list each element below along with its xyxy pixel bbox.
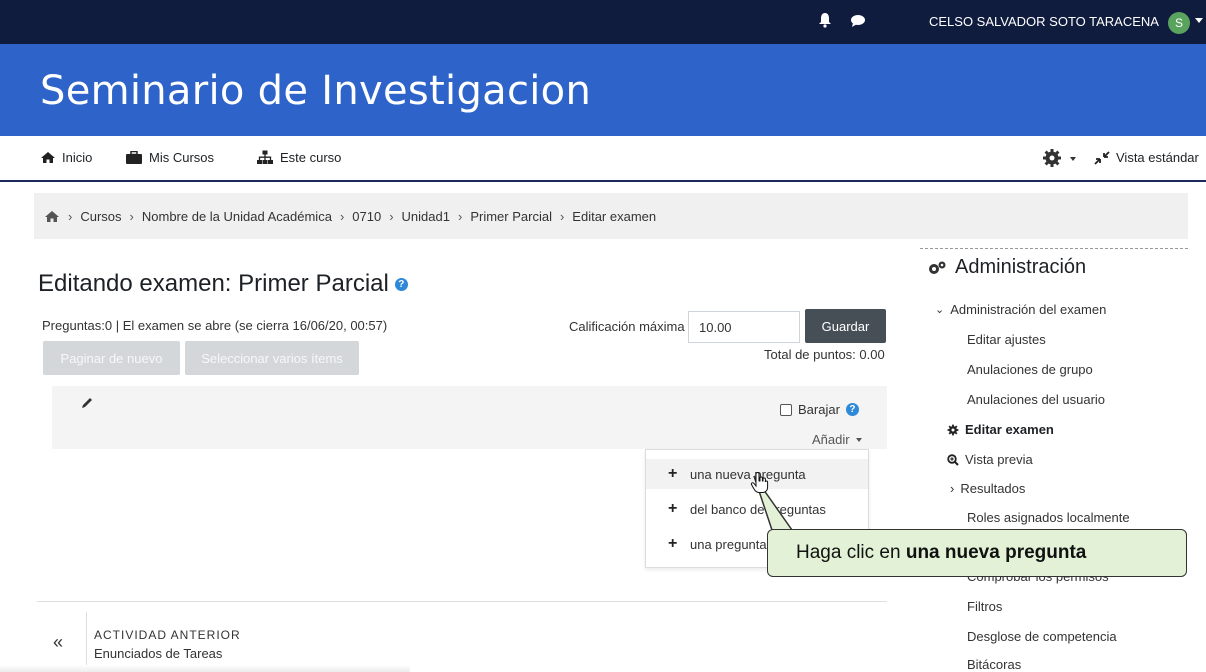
sidebar-item-label: Resultados xyxy=(960,481,1026,496)
sidebar-item-competency-breakdown[interactable]: Desglose de competencia xyxy=(967,629,1117,644)
help-icon[interactable]: ? xyxy=(394,277,408,291)
site-title: Seminario de Investigacion xyxy=(40,68,592,114)
sidebar-item-logs[interactable]: Bitácoras xyxy=(967,657,1021,672)
breadcrumb-item-cursos[interactable]: Cursos xyxy=(80,209,121,224)
standard-view-label: Vista estándar xyxy=(1116,150,1199,165)
chevron-down-icon[interactable] xyxy=(1195,18,1203,23)
shuffle-control: Barajar ? xyxy=(780,402,859,417)
breadcrumb-item-editar-examen[interactable]: Editar examen xyxy=(572,209,656,224)
help-icon[interactable]: ? xyxy=(845,403,859,416)
previous-activity-link[interactable]: Enunciados de Tareas xyxy=(94,646,222,661)
repaginate-button[interactable]: Paginar de nuevo xyxy=(43,341,180,375)
divider xyxy=(86,612,87,672)
nav-my-courses[interactable]: Mis Cursos xyxy=(125,150,214,165)
breadcrumb: › Cursos › Nombre de la Unidad Académica… xyxy=(34,193,1188,239)
chat-icon[interactable] xyxy=(850,14,866,28)
nav-this-course-label: Este curso xyxy=(280,150,342,165)
add-dropdown-toggle[interactable]: Añadir xyxy=(812,432,862,447)
breadcrumb-separator: › xyxy=(339,208,345,224)
max-grade-label: Calificación máxima xyxy=(569,319,685,334)
instruction-callout: Haga clic en una nueva pregunta xyxy=(767,529,1187,577)
add-label: Añadir xyxy=(812,432,850,447)
callout-bold-text: una nueva pregunta xyxy=(905,542,1087,563)
breadcrumb-separator: › xyxy=(68,208,73,224)
sidebar-item-local-roles[interactable]: Roles asignados localmente xyxy=(967,510,1130,525)
site-banner: Seminario de Investigacion xyxy=(0,44,1206,136)
sidebar-item-label: Vista previa xyxy=(965,452,1033,467)
gear-icon xyxy=(947,424,959,435)
sidebar-item-preview[interactable]: Vista previa xyxy=(947,452,1033,467)
breadcrumb-item-unidad1[interactable]: Unidad1 xyxy=(402,209,450,224)
admin-heading-text: Administración xyxy=(955,256,1087,278)
home-icon xyxy=(41,152,55,163)
shuffle-checkbox[interactable] xyxy=(780,403,792,416)
chevron-down-icon: ⌄ xyxy=(935,304,945,316)
shuffle-label: Barajar xyxy=(798,402,840,417)
callout-prefix: Haga clic en xyxy=(796,542,906,563)
sitemap-icon xyxy=(257,150,273,164)
compress-icon xyxy=(1094,150,1110,165)
plus-icon: + xyxy=(668,500,678,517)
admin-block-border xyxy=(920,248,1188,249)
plus-icon: + xyxy=(668,465,678,482)
breadcrumb-item-primer-parcial[interactable]: Primer Parcial xyxy=(470,209,552,224)
page-title: Editando examen: Primer Parcial ? xyxy=(38,270,408,298)
chevron-right-icon: › xyxy=(950,481,955,496)
sidebar-item-filters[interactable]: Filtros xyxy=(967,599,1002,614)
chevron-down-icon[interactable] xyxy=(1070,157,1076,161)
previous-activity-arrow[interactable]: « xyxy=(53,632,63,653)
sidebar-item-results[interactable]: › Resultados xyxy=(950,481,1025,496)
breadcrumb-item-0710[interactable]: 0710 xyxy=(352,209,381,224)
plus-icon: + xyxy=(668,535,678,552)
page-title-text: Editando examen: Primer Parcial xyxy=(38,270,389,297)
user-name[interactable]: CELSO SALVADOR SOTO TARACENA xyxy=(929,14,1159,29)
avatar[interactable]: S xyxy=(1168,12,1190,34)
course-navbar: Inicio Mis Cursos Este curso Vista están… xyxy=(0,136,1206,182)
total-points: Total de puntos: 0.00 xyxy=(764,347,885,362)
nav-home-label: Inicio xyxy=(62,150,93,165)
previous-activity-label: ACTIVIDAD ANTERIOR xyxy=(94,628,241,642)
quiz-info: Preguntas:0 | El examen se abre (se cier… xyxy=(42,318,388,333)
sidebar-item-edit-quiz[interactable]: Editar examen xyxy=(947,422,1054,437)
save-button[interactable]: Guardar xyxy=(805,309,886,343)
standard-view-toggle[interactable]: Vista estándar xyxy=(1094,150,1199,165)
sidebar-item-edit-settings[interactable]: Editar ajustes xyxy=(967,332,1046,347)
gear-icon[interactable] xyxy=(1042,148,1062,168)
home-icon[interactable] xyxy=(44,210,60,223)
nav-home[interactable]: Inicio xyxy=(40,150,92,165)
breadcrumb-separator: › xyxy=(389,208,394,224)
top-navbar: CELSO SALVADOR SOTO TARACENA S xyxy=(0,0,1206,44)
nav-my-courses-label: Mis Cursos xyxy=(149,150,215,165)
nav-this-course[interactable]: Este curso xyxy=(256,150,341,165)
gears-icon xyxy=(929,261,946,274)
breadcrumb-separator: › xyxy=(457,208,463,224)
breadcrumb-separator: › xyxy=(129,208,134,224)
zoom-icon xyxy=(947,453,959,466)
quiz-section xyxy=(52,386,887,449)
briefcase-icon xyxy=(126,150,142,164)
bottom-shadow xyxy=(0,665,410,672)
admin-heading: Administración xyxy=(927,256,1086,279)
hand-cursor-icon xyxy=(750,472,769,493)
chevron-down-icon xyxy=(855,437,862,442)
sidebar-item-group-overrides[interactable]: Anulaciones de grupo xyxy=(967,362,1093,377)
bell-icon[interactable] xyxy=(818,12,832,28)
select-multiple-button[interactable]: Seleccionar varios ítems xyxy=(185,341,359,375)
pencil-icon[interactable] xyxy=(80,396,94,410)
sidebar-item-label: Editar examen xyxy=(965,422,1054,437)
sidebar-section-quiz-admin[interactable]: ⌄ Administración del examen xyxy=(935,302,1106,317)
breadcrumb-separator: › xyxy=(559,208,565,224)
sidebar-section-label: Administración del examen xyxy=(950,302,1107,317)
sidebar-item-user-overrides[interactable]: Anulaciones del usuario xyxy=(967,392,1105,407)
breadcrumb-item-unidad-academica[interactable]: Nombre de la Unidad Académica xyxy=(142,209,332,224)
max-grade-input[interactable] xyxy=(688,311,800,343)
divider xyxy=(37,601,887,602)
